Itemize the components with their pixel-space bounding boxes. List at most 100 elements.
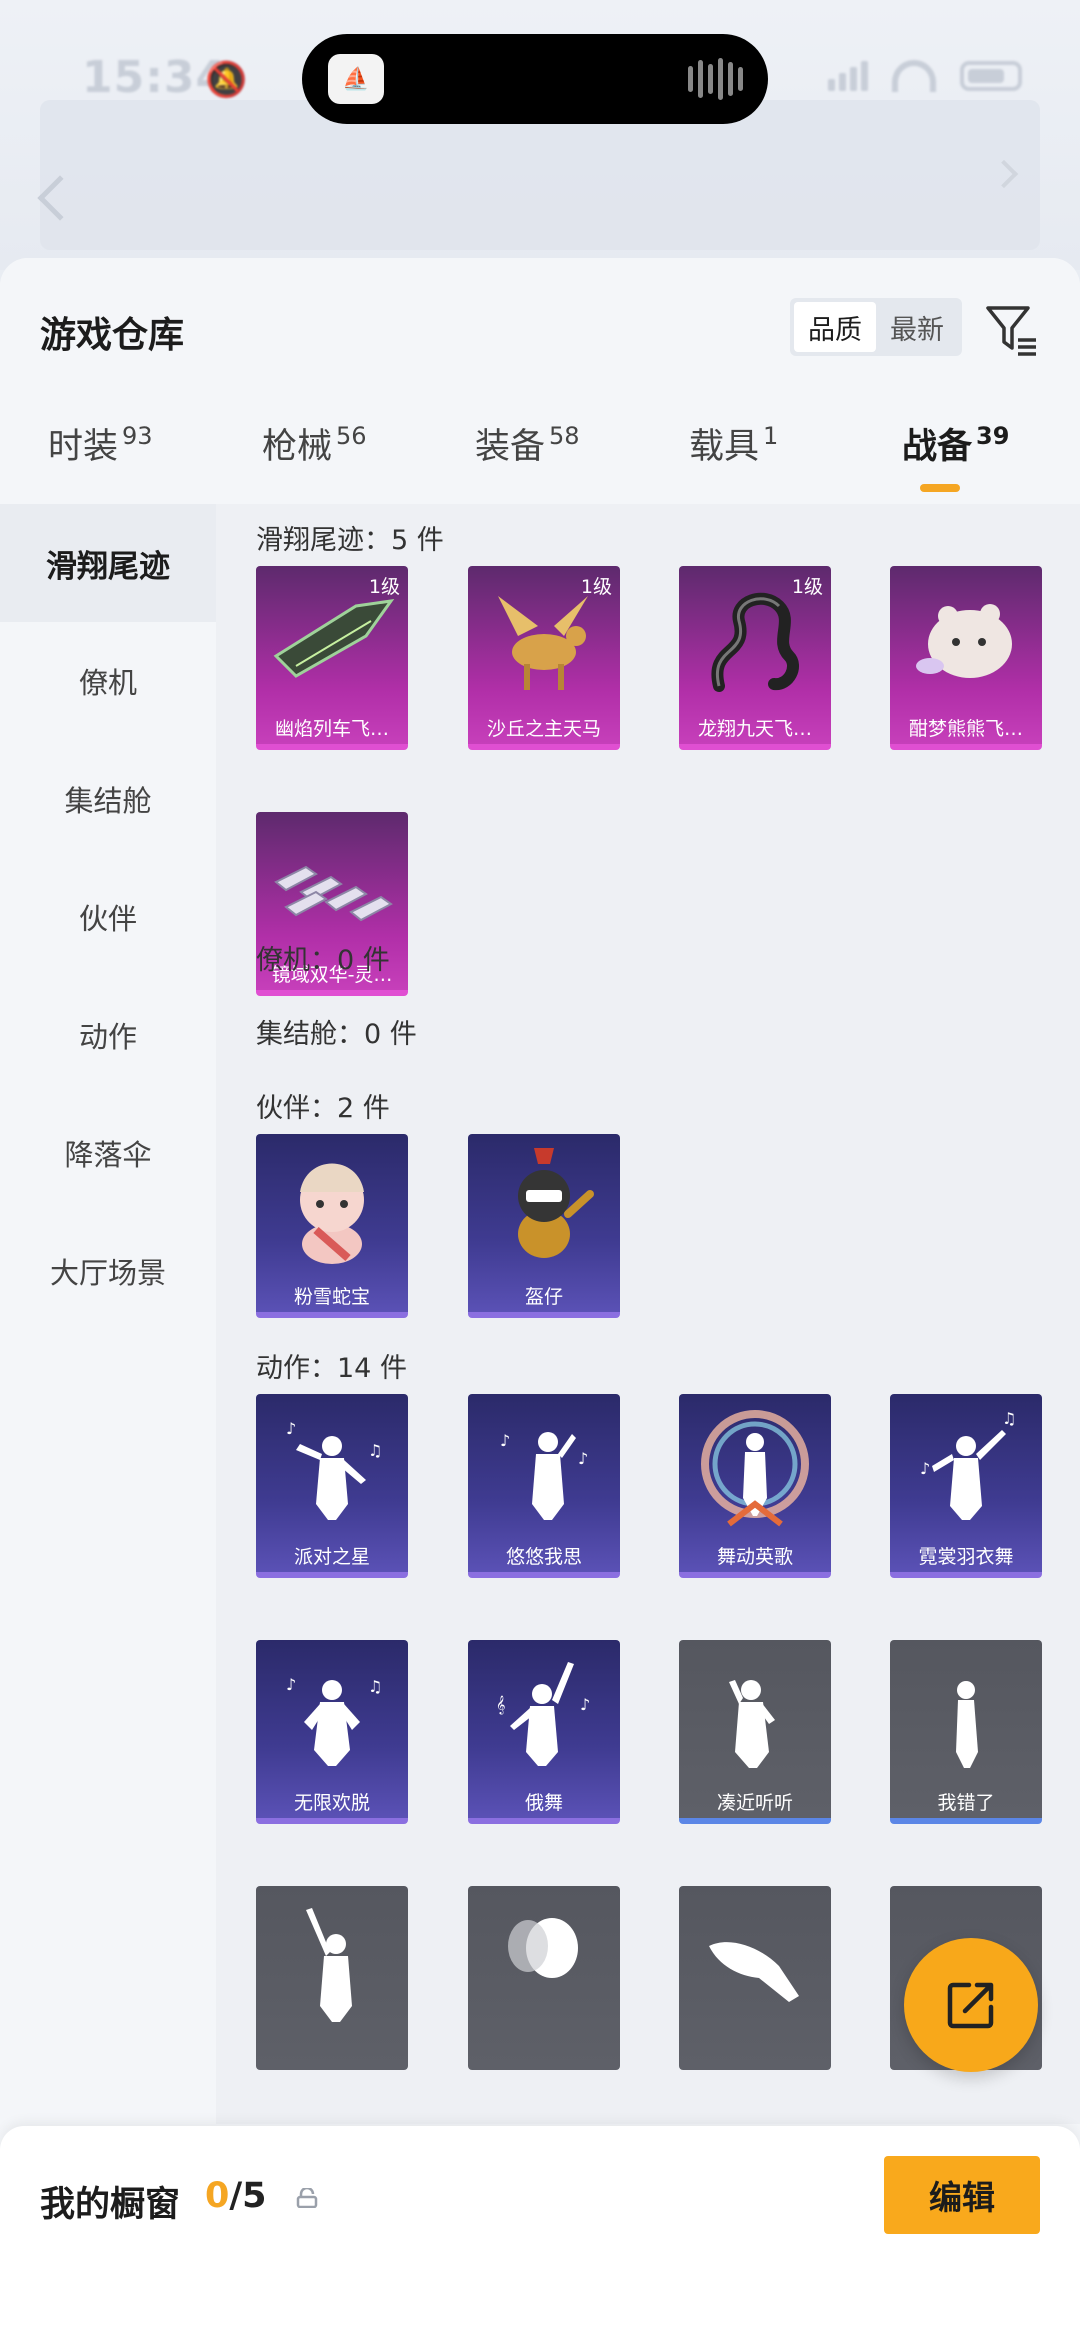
item-card[interactable]: 粉雪蛇宝	[256, 1134, 408, 1318]
sheet-title: 游戏仓库	[40, 315, 185, 356]
category-tabs: 时装 93 枪械 56 装备 58 载具 1 战备 39	[0, 418, 1080, 498]
item-art	[729, 1680, 775, 1768]
item-card[interactable]: 1级 幽焰列车飞…	[256, 566, 408, 750]
item-name: 盔仔	[524, 1285, 563, 1308]
tab-equipment[interactable]: 装备 58	[475, 418, 580, 469]
svg-text:♪: ♪	[286, 1675, 296, 1694]
item-card[interactable]: 𝄞 ♪ 俄舞	[468, 1640, 620, 1824]
item-art: ♪♪	[500, 1431, 588, 1520]
section-label-companion: 伙伴：2 件	[256, 1093, 390, 1124]
tab-vehicles[interactable]: 载具 1	[689, 418, 778, 469]
showcase-label: 我的橱窗	[40, 2185, 181, 2225]
active-tab-indicator	[920, 484, 960, 492]
side-nav: 滑翔尾迹 僚机 集结舱 伙伴 动作 降落伞 大厅场景	[0, 504, 216, 2124]
item-name	[468, 2036, 620, 2070]
item-card[interactable]: 舞动英歌	[679, 1394, 831, 1578]
audio-wave-icon	[688, 56, 744, 102]
item-card[interactable]: 我错了	[890, 1640, 1042, 1824]
section-label-emote: 动作：14 件	[256, 1353, 407, 1384]
item-art	[956, 1681, 978, 1768]
tab-firearms[interactable]: 枪械 56	[262, 418, 367, 469]
item-grid-area: 滑翔尾迹：5 件 1级 幽焰列车飞… 1级 沙丘之主天马 1级 龙翔九天飞… 酣…	[216, 504, 1080, 2124]
side-item-glide-trail[interactable]: 滑翔尾迹	[0, 504, 216, 622]
item-card[interactable]: 酣梦熊熊飞…	[890, 566, 1042, 750]
bell-mute-icon: 🔕	[205, 60, 248, 100]
section-label-glide: 滑翔尾迹：5 件	[256, 525, 444, 556]
background-page: 15:34 🔕 ⛵	[0, 0, 1080, 270]
item-art: ♪♫	[920, 1409, 1016, 1520]
item-art: ♪♫	[286, 1675, 382, 1766]
item-name	[256, 2036, 408, 2070]
item-name: 凑近听听	[716, 1791, 793, 1814]
svg-text:♪: ♪	[920, 1459, 930, 1478]
item-card[interactable]: ♪ ♪ 悠悠我思	[468, 1394, 620, 1578]
showcase-bar: 我的橱窗 0/5 编辑	[0, 2126, 1080, 2347]
share-button[interactable]	[904, 1938, 1038, 2072]
svg-text:♫: ♫	[368, 1441, 382, 1460]
item-name: 我错了	[937, 1791, 995, 1814]
item-name: 粉雪蛇宝	[293, 1285, 370, 1308]
sort-option-quality[interactable]: 品质	[794, 302, 876, 352]
item-card[interactable]	[256, 1886, 408, 2070]
item-art	[306, 1908, 352, 2022]
item-card[interactable]: 1级 沙丘之主天马	[468, 566, 620, 750]
section-label-pod: 集结舱：0 件	[256, 1019, 417, 1050]
tab-tactical-gear[interactable]: 战备 39	[902, 418, 1009, 469]
filter-icon[interactable]	[984, 302, 1040, 358]
item-card[interactable]: ♪ ♫ 无限欢脱	[256, 1640, 408, 1824]
signal-icon	[828, 61, 868, 91]
item-name	[679, 2036, 831, 2070]
item-card[interactable]	[679, 1886, 831, 2070]
side-item-emote[interactable]: 动作	[0, 976, 216, 1094]
tab-fashion[interactable]: 时装 93	[48, 418, 153, 469]
side-item-parachute[interactable]: 降落伞	[0, 1094, 216, 1212]
item-art	[709, 1942, 799, 2002]
item-card[interactable]: 凑近听听	[679, 1640, 831, 1824]
item-art	[300, 1163, 364, 1264]
svg-text:♪: ♪	[286, 1419, 296, 1438]
item-name: 酣梦熊熊飞…	[908, 717, 1023, 740]
showcase-count: 0/5	[205, 2176, 267, 2216]
section-label-wingman: 僚机：0 件	[256, 945, 390, 976]
item-card[interactable]: ♪ ♫ 霓裳羽衣舞	[890, 1394, 1042, 1578]
item-level: 1级	[791, 576, 823, 598]
side-item-assembly-pod[interactable]: 集结舱	[0, 740, 216, 858]
item-level: 1级	[368, 576, 400, 598]
sort-toggle[interactable]: 品质 最新	[790, 298, 962, 356]
svg-text:♫: ♫	[368, 1677, 382, 1696]
item-art	[701, 1410, 809, 1527]
item-name: 俄舞	[524, 1791, 563, 1814]
item-name: 舞动英歌	[716, 1545, 793, 1568]
svg-text:♪: ♪	[578, 1449, 588, 1468]
app-icon: ⛵	[328, 54, 384, 104]
svg-text:♪: ♪	[500, 1431, 510, 1450]
sheet-header: 游戏仓库 品质 最新 时装 93 枪械 56 装备 58 载具 1 战备 39	[0, 258, 1080, 504]
status-bar: 15:34 🔕 ⛵	[0, 0, 1080, 160]
item-art: 𝄞 ♪	[496, 1662, 590, 1766]
item-name: 沙丘之主天马	[486, 717, 601, 740]
item-name: 派对之星	[293, 1545, 370, 1568]
item-name: 悠悠我思	[505, 1545, 582, 1568]
wifi-icon	[892, 60, 936, 92]
item-art	[518, 1148, 594, 1258]
dynamic-island: ⛵	[302, 34, 768, 124]
side-item-companion[interactable]: 伙伴	[0, 858, 216, 976]
side-item-lobby-scene[interactable]: 大厅场景	[0, 1212, 216, 1330]
edit-button[interactable]: 编辑	[884, 2156, 1040, 2234]
item-name: 无限欢脱	[293, 1791, 370, 1814]
item-name: 幽焰列车飞…	[274, 717, 389, 740]
item-card[interactable]: 1级 龙翔九天飞…	[679, 566, 831, 750]
battery-icon	[960, 61, 1022, 91]
item-card[interactable]: ♪ ♫ 派对之星	[256, 1394, 408, 1578]
item-art	[508, 1918, 578, 1978]
item-card[interactable]	[468, 1886, 620, 2070]
item-card[interactable]: 盔仔	[468, 1134, 620, 1318]
svg-text:♫: ♫	[1002, 1409, 1016, 1428]
share-icon	[947, 1982, 994, 2029]
side-item-wingman[interactable]: 僚机	[0, 622, 216, 740]
sort-option-latest[interactable]: 最新	[876, 302, 958, 352]
item-name: 霓裳羽衣舞	[918, 1545, 1014, 1568]
item-art	[916, 604, 1012, 678]
item-name: 龙翔九天飞…	[697, 717, 812, 740]
svg-text:𝄞: 𝄞	[496, 1695, 505, 1715]
